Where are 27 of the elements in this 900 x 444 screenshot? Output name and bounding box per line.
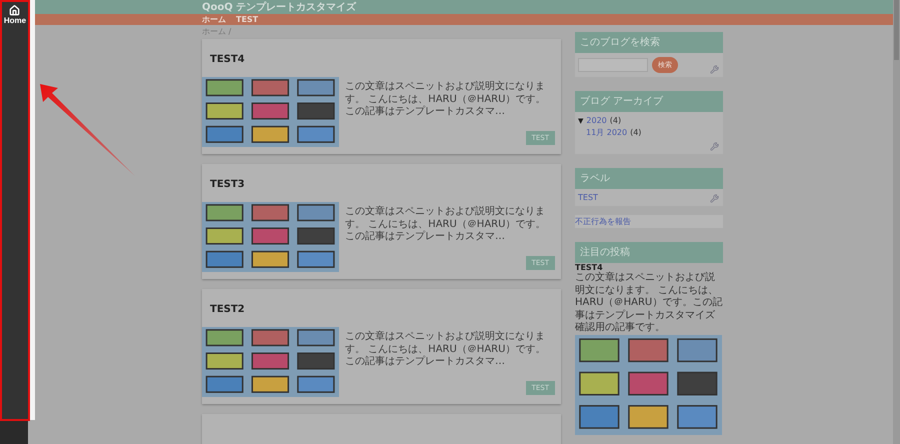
home-icon — [9, 5, 20, 16]
report-link[interactable]: 不正行為を報告 — [575, 215, 723, 228]
widget-title: ラベル — [575, 168, 723, 189]
nav-link[interactable]: TEST — [236, 15, 258, 24]
post-title[interactable]: TEST2 — [210, 304, 245, 315]
wrench-icon[interactable] — [710, 142, 719, 151]
featured-title[interactable]: TEST4 — [575, 263, 723, 272]
label-link[interactable]: TEST — [578, 193, 598, 202]
scrollbar[interactable] — [893, 0, 900, 444]
post-title[interactable]: TEST4 — [210, 54, 245, 65]
widget-title: 注目の投稿 — [575, 242, 723, 263]
post-count: (4) — [610, 116, 622, 125]
blog-title: QooQ テンプレートカスタマイズ — [202, 0, 356, 14]
wrench-icon[interactable] — [710, 65, 719, 74]
home-link[interactable]: Home — [4, 5, 26, 25]
archive-link[interactable]: 2020 — [586, 116, 607, 125]
post-title[interactable]: TEST3 — [210, 179, 245, 190]
widget-title: このブログを検索 — [575, 32, 723, 53]
post-snippet: この文章はスペニットおよび説明文になります。 こんにちは、HARU（＠HARU）です。この記事はテンプレートカスタマ… — [345, 206, 546, 244]
archive-link[interactable]: 11月 2020 — [586, 127, 628, 138]
post-count: (4) — [630, 128, 642, 137]
wrench-icon[interactable] — [710, 194, 719, 203]
post-snippet: この文章はスペニットおよび説明文になります。 こんにちは、HARU（＠HARU）です。この記事はテンプレートカスタマ… — [345, 81, 546, 118]
post-snippet: この文章はスペニットおよび説明文になります。 こんにちは、HARU（＠HARU）です。この記事はテンプレートカスタマ… — [345, 331, 546, 368]
featured-snippet: この文章はスペニットおよび説明文になります。 こんにちは、HARU（＠HARU）です。この記事はテンプレートカスタマイズ確認用の記事です。 — [575, 272, 723, 334]
widget-title: ブログ アーカイブ — [575, 91, 723, 112]
nav-link[interactable]: ホーム — [202, 14, 226, 25]
